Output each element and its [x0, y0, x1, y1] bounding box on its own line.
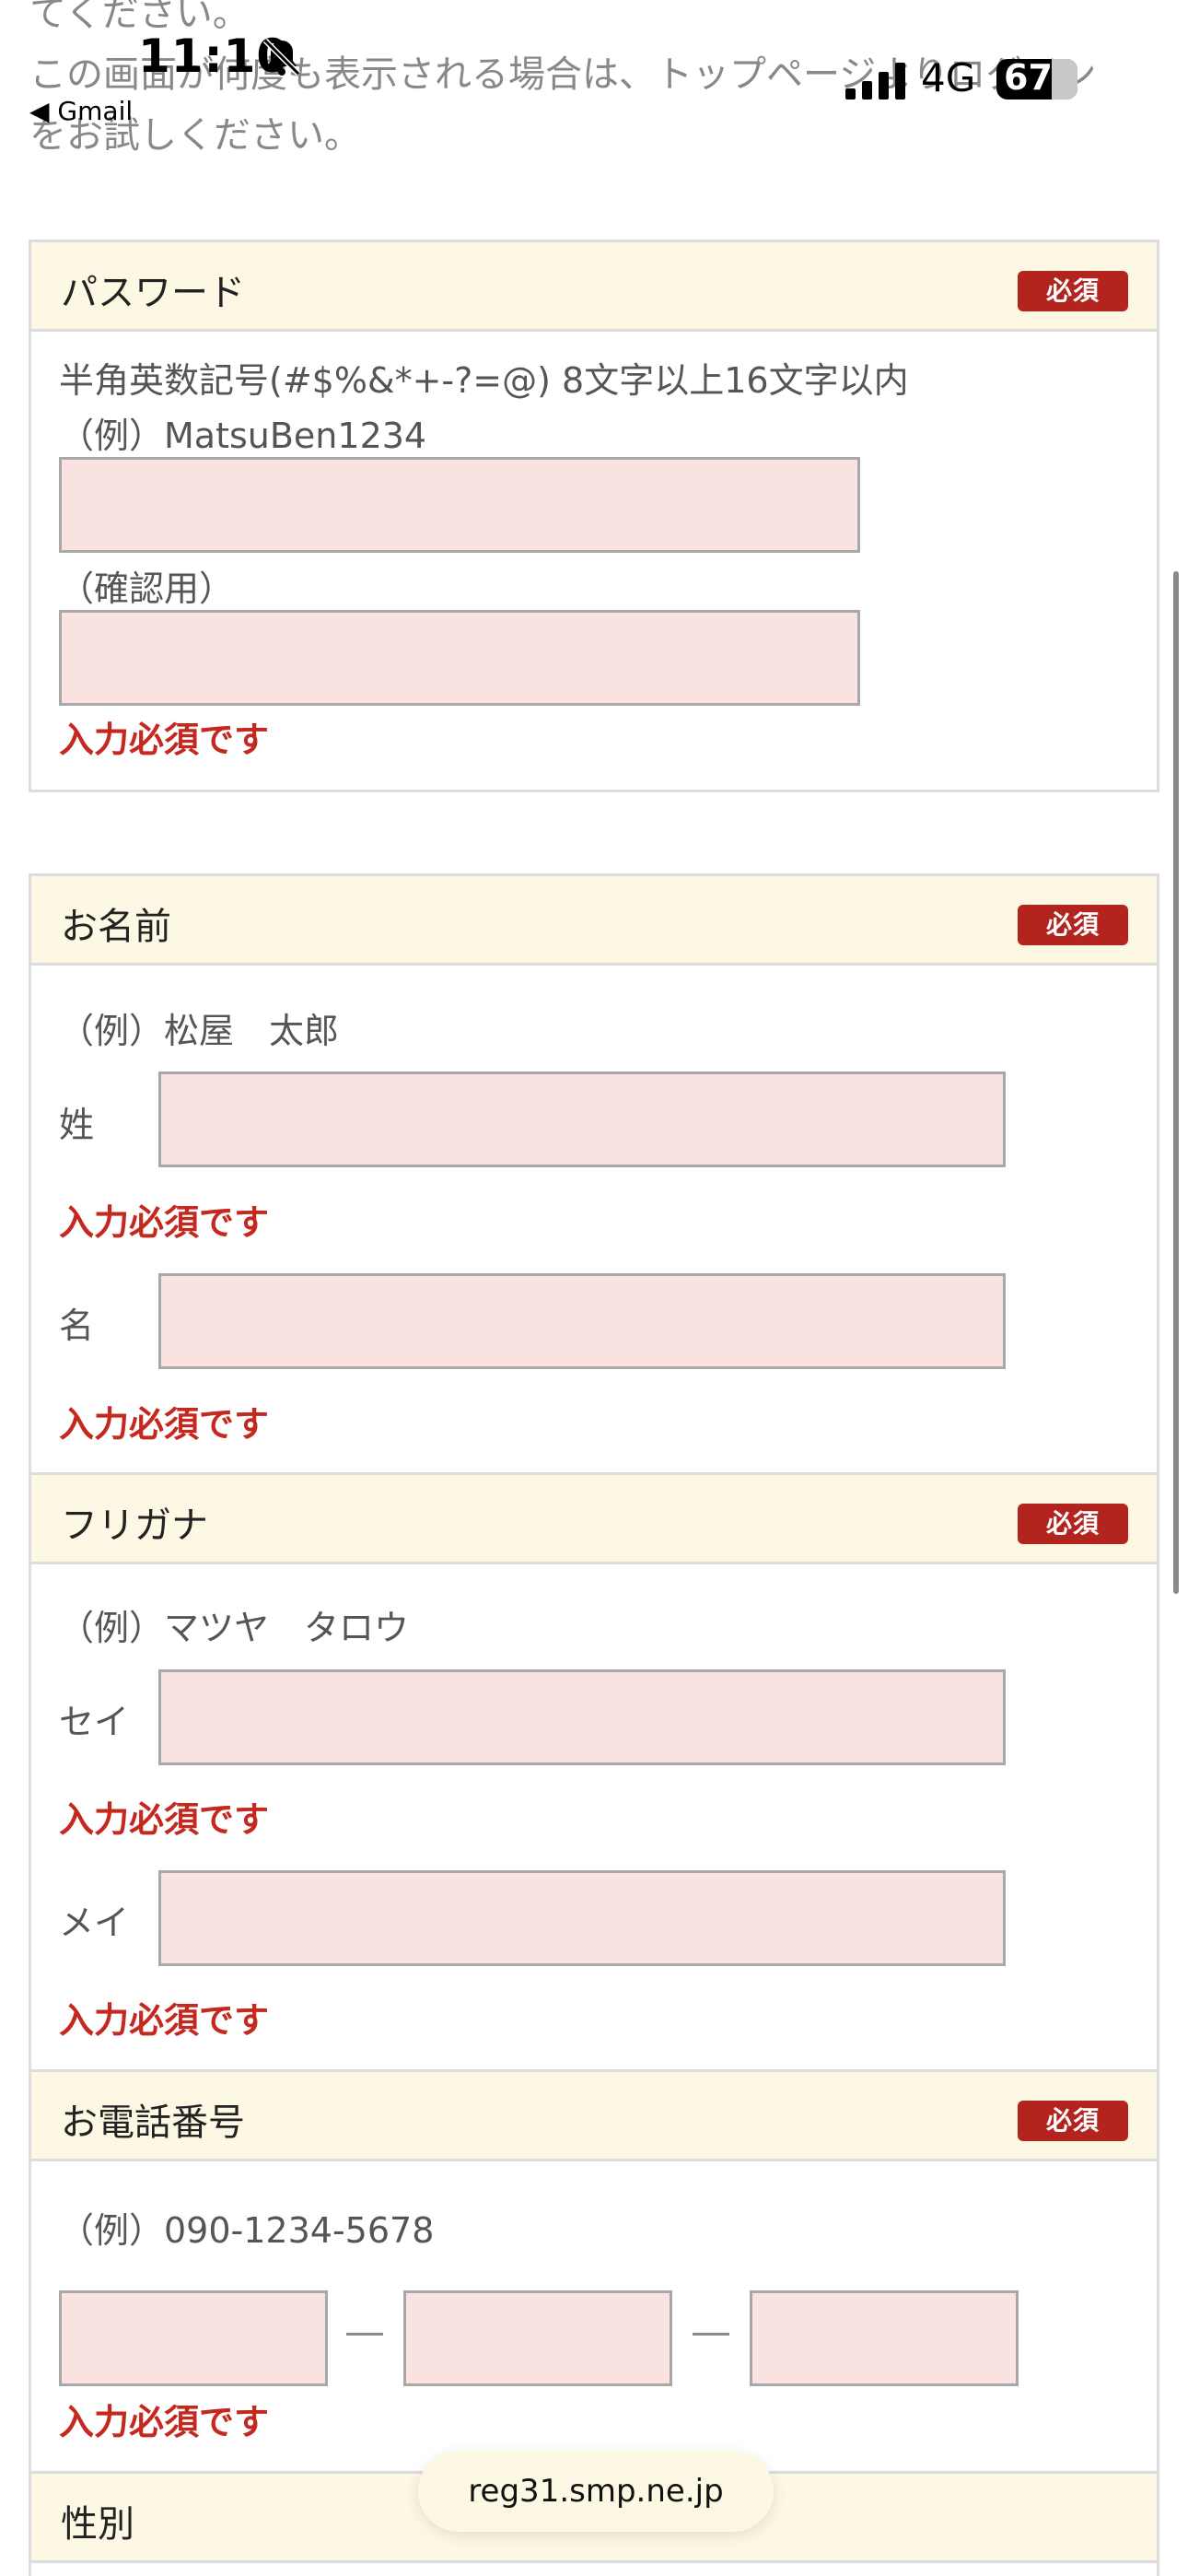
password-example: （例）MatsuBen1234 — [59, 416, 427, 456]
last-name-error: 入力必須です — [59, 1202, 270, 1243]
signal-icon — [845, 63, 905, 100]
password-confirm-label: （確認用） — [59, 568, 235, 609]
bell-muted-icon — [262, 38, 301, 76]
phone-part-1-input[interactable] — [59, 2290, 328, 2386]
name-header: お名前 必須 — [29, 873, 1159, 966]
password-input[interactable] — [59, 457, 860, 553]
phone-part-2-input[interactable] — [403, 2290, 672, 2386]
password-confirm-input[interactable] — [59, 610, 860, 706]
battery-empty-portion — [1052, 59, 1077, 100]
phone-header: お電話番号 必須 — [29, 2069, 1159, 2161]
name-title: お名前 — [61, 906, 171, 948]
required-badge: 必須 — [1018, 1504, 1128, 1544]
battery-level: 67 — [1004, 57, 1053, 98]
phone-separator — [693, 2333, 729, 2336]
phone-example: （例）090-1234-5678 — [59, 2210, 435, 2251]
required-badge: 必須 — [1018, 905, 1128, 945]
phone-part-3-input[interactable] — [750, 2290, 1019, 2386]
password-header: パスワード 必須 — [29, 240, 1159, 332]
first-name-error: 入力必須です — [59, 1404, 270, 1445]
first-name-label: 名 — [59, 1306, 95, 1346]
last-name-kana-label: セイ — [59, 1702, 130, 1742]
first-name-input[interactable] — [158, 1273, 1006, 1369]
password-hint: 半角英数記号(#$%&*+-?=@) 8文字以上16文字以内 — [59, 360, 909, 401]
furigana-header: フリガナ 必須 — [29, 1472, 1159, 1564]
last-name-label: 姓 — [59, 1105, 95, 1145]
network-type: 4G — [921, 55, 976, 100]
required-badge: 必須 — [1018, 2101, 1128, 2141]
password-error: 入力必須です — [59, 720, 270, 760]
phone-separator — [346, 2333, 383, 2336]
last-name-input[interactable] — [158, 1071, 1006, 1167]
first-name-kana-error: 入力必須です — [59, 2000, 270, 2041]
phone-title: お電話番号 — [61, 2102, 245, 2144]
back-to-gmail-link[interactable]: ◀ Gmail — [29, 96, 133, 126]
status-bar: 11:10 ◀ Gmail 4G 67 — [0, 0, 1188, 138]
furigana-title: フリガナ — [61, 1505, 208, 1547]
first-name-kana-input[interactable] — [158, 1870, 1006, 1966]
gender-title: 性別 — [61, 2503, 134, 2546]
scrollbar[interactable] — [1173, 571, 1179, 1594]
last-name-kana-error: 入力必須です — [59, 1799, 270, 1840]
phone-error: 入力必須です — [59, 2402, 270, 2442]
first-name-kana-label: メイ — [59, 1903, 130, 1943]
required-badge: 必須 — [1018, 271, 1128, 311]
furigana-example: （例）マツヤ タロウ — [59, 1608, 410, 1648]
address-bar[interactable]: reg31.smp.ne.jp — [418, 2451, 774, 2532]
last-name-kana-input[interactable] — [158, 1669, 1006, 1765]
password-title: パスワード — [61, 272, 245, 314]
name-example: （例）松屋 太郎 — [59, 1011, 340, 1051]
